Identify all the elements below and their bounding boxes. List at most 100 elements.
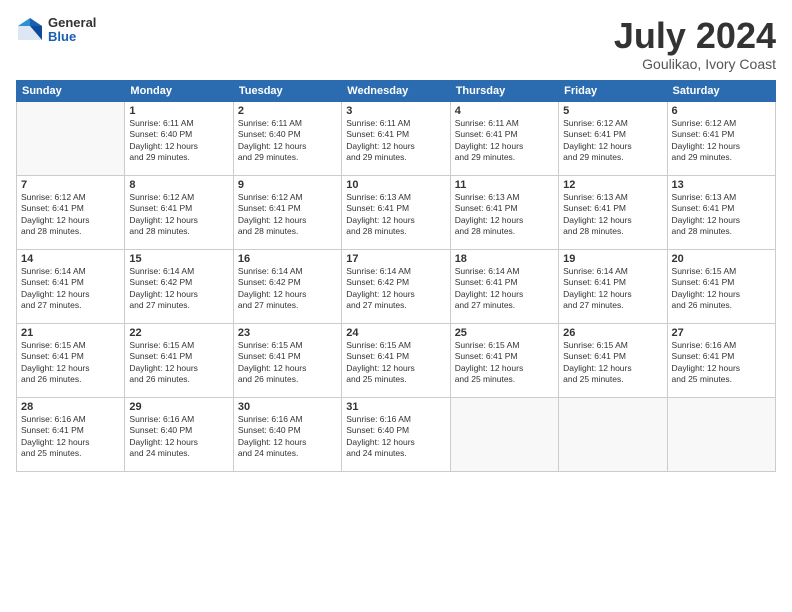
table-row: 30Sunrise: 6:16 AMSunset: 6:40 PMDayligh… [233, 397, 341, 471]
day-number: 20 [672, 253, 771, 265]
day-info: Sunrise: 6:15 AMSunset: 6:41 PMDaylight:… [346, 340, 445, 386]
day-number: 13 [672, 179, 771, 191]
table-row [667, 397, 775, 471]
table-row: 19Sunrise: 6:14 AMSunset: 6:41 PMDayligh… [559, 249, 667, 323]
day-number: 9 [238, 179, 337, 191]
day-info: Sunrise: 6:12 AMSunset: 6:41 PMDaylight:… [129, 192, 228, 238]
day-info: Sunrise: 6:14 AMSunset: 6:41 PMDaylight:… [455, 266, 554, 312]
table-row: 11Sunrise: 6:13 AMSunset: 6:41 PMDayligh… [450, 175, 558, 249]
table-row: 22Sunrise: 6:15 AMSunset: 6:41 PMDayligh… [125, 323, 233, 397]
table-row: 4Sunrise: 6:11 AMSunset: 6:41 PMDaylight… [450, 101, 558, 175]
table-row: 5Sunrise: 6:12 AMSunset: 6:41 PMDaylight… [559, 101, 667, 175]
table-row: 8Sunrise: 6:12 AMSunset: 6:41 PMDaylight… [125, 175, 233, 249]
table-row: 25Sunrise: 6:15 AMSunset: 6:41 PMDayligh… [450, 323, 558, 397]
day-info: Sunrise: 6:16 AMSunset: 6:41 PMDaylight:… [21, 414, 120, 460]
table-row: 16Sunrise: 6:14 AMSunset: 6:42 PMDayligh… [233, 249, 341, 323]
day-info: Sunrise: 6:14 AMSunset: 6:42 PMDaylight:… [346, 266, 445, 312]
day-info: Sunrise: 6:12 AMSunset: 6:41 PMDaylight:… [563, 118, 662, 164]
table-row [17, 101, 125, 175]
table-row: 18Sunrise: 6:14 AMSunset: 6:41 PMDayligh… [450, 249, 558, 323]
day-number: 2 [238, 105, 337, 117]
day-number: 28 [21, 401, 120, 413]
day-number: 7 [21, 179, 120, 191]
table-row: 7Sunrise: 6:12 AMSunset: 6:41 PMDaylight… [17, 175, 125, 249]
day-number: 17 [346, 253, 445, 265]
calendar-page: General Blue July 2024 Goulikao, Ivory C… [0, 0, 792, 612]
day-number: 29 [129, 401, 228, 413]
day-info: Sunrise: 6:15 AMSunset: 6:41 PMDaylight:… [238, 340, 337, 386]
day-number: 4 [455, 105, 554, 117]
table-row: 27Sunrise: 6:16 AMSunset: 6:41 PMDayligh… [667, 323, 775, 397]
header-monday: Monday [125, 80, 233, 101]
table-row: 3Sunrise: 6:11 AMSunset: 6:41 PMDaylight… [342, 101, 450, 175]
day-info: Sunrise: 6:15 AMSunset: 6:41 PMDaylight:… [129, 340, 228, 386]
day-number: 24 [346, 327, 445, 339]
day-info: Sunrise: 6:15 AMSunset: 6:41 PMDaylight:… [672, 266, 771, 312]
table-row: 21Sunrise: 6:15 AMSunset: 6:41 PMDayligh… [17, 323, 125, 397]
day-number: 26 [563, 327, 662, 339]
logo: General Blue [16, 16, 96, 45]
day-number: 23 [238, 327, 337, 339]
table-row [559, 397, 667, 471]
table-row: 2Sunrise: 6:11 AMSunset: 6:40 PMDaylight… [233, 101, 341, 175]
header-sunday: Sunday [17, 80, 125, 101]
day-number: 5 [563, 105, 662, 117]
day-info: Sunrise: 6:14 AMSunset: 6:42 PMDaylight:… [238, 266, 337, 312]
day-number: 18 [455, 253, 554, 265]
table-row: 6Sunrise: 6:12 AMSunset: 6:41 PMDaylight… [667, 101, 775, 175]
day-number: 31 [346, 401, 445, 413]
day-number: 14 [21, 253, 120, 265]
day-info: Sunrise: 6:12 AMSunset: 6:41 PMDaylight:… [21, 192, 120, 238]
table-row: 9Sunrise: 6:12 AMSunset: 6:41 PMDaylight… [233, 175, 341, 249]
table-row: 1Sunrise: 6:11 AMSunset: 6:40 PMDaylight… [125, 101, 233, 175]
day-info: Sunrise: 6:11 AMSunset: 6:40 PMDaylight:… [129, 118, 228, 164]
table-row: 14Sunrise: 6:14 AMSunset: 6:41 PMDayligh… [17, 249, 125, 323]
calendar-header-row: Sunday Monday Tuesday Wednesday Thursday… [17, 80, 776, 101]
calendar-table: Sunday Monday Tuesday Wednesday Thursday… [16, 80, 776, 472]
day-info: Sunrise: 6:13 AMSunset: 6:41 PMDaylight:… [346, 192, 445, 238]
day-info: Sunrise: 6:16 AMSunset: 6:40 PMDaylight:… [238, 414, 337, 460]
table-row: 10Sunrise: 6:13 AMSunset: 6:41 PMDayligh… [342, 175, 450, 249]
table-row [450, 397, 558, 471]
day-info: Sunrise: 6:15 AMSunset: 6:41 PMDaylight:… [563, 340, 662, 386]
day-number: 11 [455, 179, 554, 191]
header-friday: Friday [559, 80, 667, 101]
logo-text: General Blue [48, 16, 96, 45]
day-info: Sunrise: 6:11 AMSunset: 6:41 PMDaylight:… [346, 118, 445, 164]
header-saturday: Saturday [667, 80, 775, 101]
day-number: 16 [238, 253, 337, 265]
day-info: Sunrise: 6:16 AMSunset: 6:40 PMDaylight:… [129, 414, 228, 460]
table-row: 26Sunrise: 6:15 AMSunset: 6:41 PMDayligh… [559, 323, 667, 397]
table-row: 23Sunrise: 6:15 AMSunset: 6:41 PMDayligh… [233, 323, 341, 397]
calendar-subtitle: Goulikao, Ivory Coast [614, 56, 776, 72]
day-number: 12 [563, 179, 662, 191]
day-info: Sunrise: 6:14 AMSunset: 6:42 PMDaylight:… [129, 266, 228, 312]
table-row: 20Sunrise: 6:15 AMSunset: 6:41 PMDayligh… [667, 249, 775, 323]
day-number: 15 [129, 253, 228, 265]
day-number: 1 [129, 105, 228, 117]
table-row: 17Sunrise: 6:14 AMSunset: 6:42 PMDayligh… [342, 249, 450, 323]
day-info: Sunrise: 6:13 AMSunset: 6:41 PMDaylight:… [563, 192, 662, 238]
header-thursday: Thursday [450, 80, 558, 101]
day-number: 22 [129, 327, 228, 339]
day-info: Sunrise: 6:12 AMSunset: 6:41 PMDaylight:… [238, 192, 337, 238]
day-info: Sunrise: 6:11 AMSunset: 6:41 PMDaylight:… [455, 118, 554, 164]
day-info: Sunrise: 6:16 AMSunset: 6:41 PMDaylight:… [672, 340, 771, 386]
day-info: Sunrise: 6:14 AMSunset: 6:41 PMDaylight:… [21, 266, 120, 312]
day-info: Sunrise: 6:16 AMSunset: 6:40 PMDaylight:… [346, 414, 445, 460]
header-wednesday: Wednesday [342, 80, 450, 101]
logo-blue-text: Blue [48, 30, 96, 44]
calendar-title: July 2024 [614, 16, 776, 56]
table-row: 29Sunrise: 6:16 AMSunset: 6:40 PMDayligh… [125, 397, 233, 471]
table-row: 13Sunrise: 6:13 AMSunset: 6:41 PMDayligh… [667, 175, 775, 249]
day-number: 10 [346, 179, 445, 191]
day-info: Sunrise: 6:11 AMSunset: 6:40 PMDaylight:… [238, 118, 337, 164]
table-row: 12Sunrise: 6:13 AMSunset: 6:41 PMDayligh… [559, 175, 667, 249]
day-number: 27 [672, 327, 771, 339]
day-info: Sunrise: 6:15 AMSunset: 6:41 PMDaylight:… [455, 340, 554, 386]
header-tuesday: Tuesday [233, 80, 341, 101]
day-number: 21 [21, 327, 120, 339]
day-info: Sunrise: 6:13 AMSunset: 6:41 PMDaylight:… [455, 192, 554, 238]
day-number: 30 [238, 401, 337, 413]
day-info: Sunrise: 6:14 AMSunset: 6:41 PMDaylight:… [563, 266, 662, 312]
